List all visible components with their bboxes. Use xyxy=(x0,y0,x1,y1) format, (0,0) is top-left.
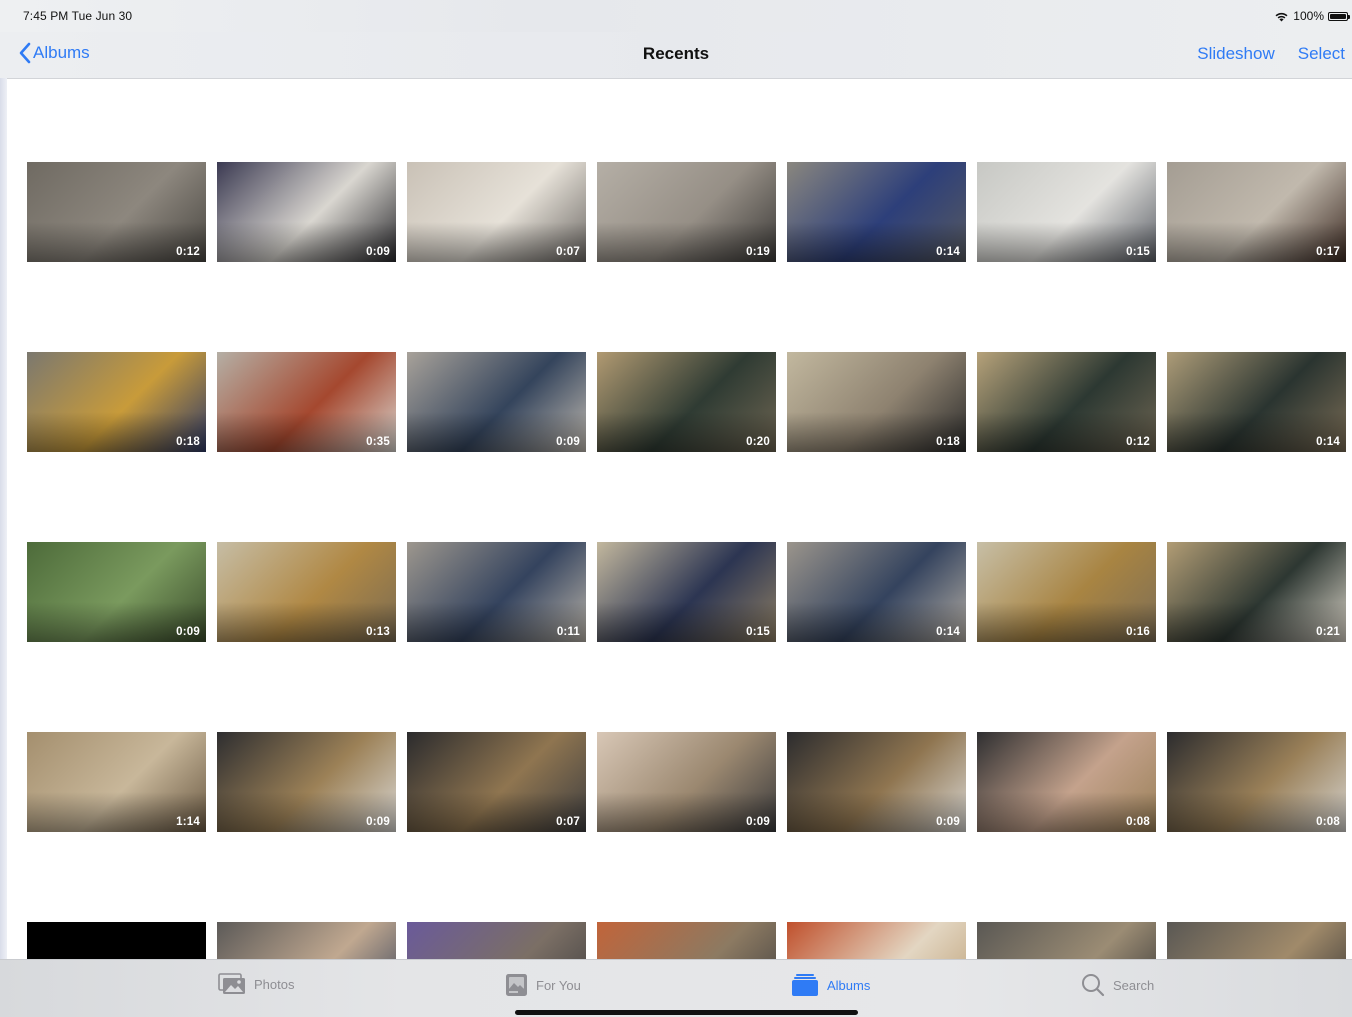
video-duration: 0:16 xyxy=(1126,626,1150,638)
tab-albums[interactable]: Albums xyxy=(791,973,870,997)
video-thumbnail[interactable]: 0:14 xyxy=(1167,352,1346,452)
video-thumbnail[interactable]: 0:18 xyxy=(27,352,206,452)
page-title: Recents xyxy=(642,44,710,63)
video-thumbnail[interactable]: 0:19 xyxy=(597,162,776,262)
video-duration: 0:12 xyxy=(176,246,200,258)
video-duration: 1:14 xyxy=(176,816,200,828)
tab-photos-label: Photos xyxy=(254,976,295,992)
tab-search-label: Search xyxy=(1113,977,1155,993)
for-you-icon xyxy=(506,974,527,996)
slideshow-button[interactable]: Slideshow xyxy=(1197,44,1275,64)
tab-photos[interactable]: Photos xyxy=(218,973,294,995)
video-thumbnail[interactable]: 0:09 xyxy=(787,732,966,832)
video-duration: 0:19 xyxy=(746,246,770,258)
video-duration: 0:07 xyxy=(556,246,580,258)
video-thumbnail[interactable]: 0:07 xyxy=(407,162,586,262)
status-bar: 7:45 PM Tue Jun 30 100% xyxy=(0,0,1352,32)
search-icon xyxy=(1082,974,1105,997)
video-thumbnail[interactable]: 0:15 xyxy=(597,542,776,642)
photos-app-screen: 7:45 PM Tue Jun 30 100% Albums Recents S… xyxy=(0,0,1352,1017)
video-thumbnail[interactable]: 0:08 xyxy=(1167,732,1346,832)
video-thumbnail[interactable]: 0:35 xyxy=(217,352,396,452)
video-duration: 0:11 xyxy=(556,626,580,638)
video-thumbnail[interactable]: 0:09 xyxy=(27,542,206,642)
video-duration: 0:14 xyxy=(1316,436,1340,448)
video-duration: 0:08 xyxy=(1126,816,1150,828)
status-indicators: 100% xyxy=(1274,9,1350,23)
video-thumbnail[interactable]: 0:09 xyxy=(217,732,396,832)
video-thumbnail[interactable]: 0:16 xyxy=(977,542,1156,642)
video-thumbnail[interactable]: 0:18 xyxy=(787,352,966,452)
video-thumbnail[interactable]: 0:09 xyxy=(597,732,776,832)
video-thumbnail[interactable]: 0:12 xyxy=(27,162,206,262)
video-duration: 0:08 xyxy=(1316,816,1340,828)
video-duration: 0:14 xyxy=(936,626,960,638)
video-duration: 0:15 xyxy=(1126,246,1150,258)
tab-for-you-label: For You xyxy=(536,977,581,993)
video-thumbnail[interactable]: 0:20 xyxy=(597,352,776,452)
video-thumbnail[interactable]: 0:09 xyxy=(407,352,586,452)
video-thumbnail[interactable]: 0:07 xyxy=(407,732,586,832)
video-duration: 0:20 xyxy=(746,436,770,448)
video-duration: 0:07 xyxy=(556,816,580,828)
video-thumbnail[interactable]: 0:13 xyxy=(217,542,396,642)
video-duration: 0:14 xyxy=(936,246,960,258)
video-duration: 0:09 xyxy=(746,816,770,828)
albums-icon xyxy=(792,974,818,996)
video-duration: 0:09 xyxy=(366,246,390,258)
video-duration: 0:09 xyxy=(176,626,200,638)
tab-albums-label: Albums xyxy=(827,977,871,993)
video-thumbnail[interactable]: 0:17 xyxy=(1167,162,1346,262)
video-duration: 0:12 xyxy=(1126,436,1150,448)
home-indicator[interactable] xyxy=(515,1010,858,1015)
video-duration: 0:09 xyxy=(366,816,390,828)
video-duration: 0:09 xyxy=(936,816,960,828)
battery-icon xyxy=(1328,11,1350,21)
video-duration: 0:18 xyxy=(176,436,200,448)
tab-search[interactable]: Search xyxy=(1081,973,1154,997)
tab-for-you[interactable]: For You xyxy=(505,973,581,997)
video-thumbnail[interactable]: 0:14 xyxy=(787,542,966,642)
video-duration: 0:18 xyxy=(936,436,960,448)
photo-grid: 0:12 0:09 0:07 0:19 0:14 0:15 0:17 0:18 0:35 0:09… xyxy=(0,79,1352,1017)
video-thumbnail[interactable]: 0:11 xyxy=(407,542,586,642)
video-thumbnail[interactable]: 0:21 xyxy=(1167,542,1346,642)
status-time: 7:45 PM Tue Jun 30 xyxy=(23,9,133,23)
video-duration: 0:13 xyxy=(366,626,390,638)
wifi-icon xyxy=(1275,12,1288,21)
battery-percent: 100% xyxy=(1293,9,1324,23)
select-button[interactable]: Select xyxy=(1298,44,1345,64)
video-thumbnail[interactable]: 0:09 xyxy=(217,162,396,262)
nav-actions: Slideshow Select xyxy=(1197,44,1345,64)
video-thumbnail[interactable]: 0:12 xyxy=(977,352,1156,452)
navigation-bar: Albums Recents Slideshow Select xyxy=(0,32,1352,79)
video-duration: 0:15 xyxy=(746,626,770,638)
video-thumbnail[interactable]: 0:15 xyxy=(977,162,1156,262)
tab-bar: Photos For You Albums Search xyxy=(0,959,1352,1017)
video-thumbnail[interactable]: 0:14 xyxy=(787,162,966,262)
photos-icon xyxy=(218,973,245,994)
video-duration: 0:09 xyxy=(556,436,580,448)
video-thumbnail[interactable]: 0:08 xyxy=(977,732,1156,832)
video-duration: 0:35 xyxy=(366,436,390,448)
video-duration: 0:21 xyxy=(1316,626,1340,638)
video-duration: 0:17 xyxy=(1316,246,1340,258)
video-thumbnail[interactable]: 1:14 xyxy=(27,732,206,832)
